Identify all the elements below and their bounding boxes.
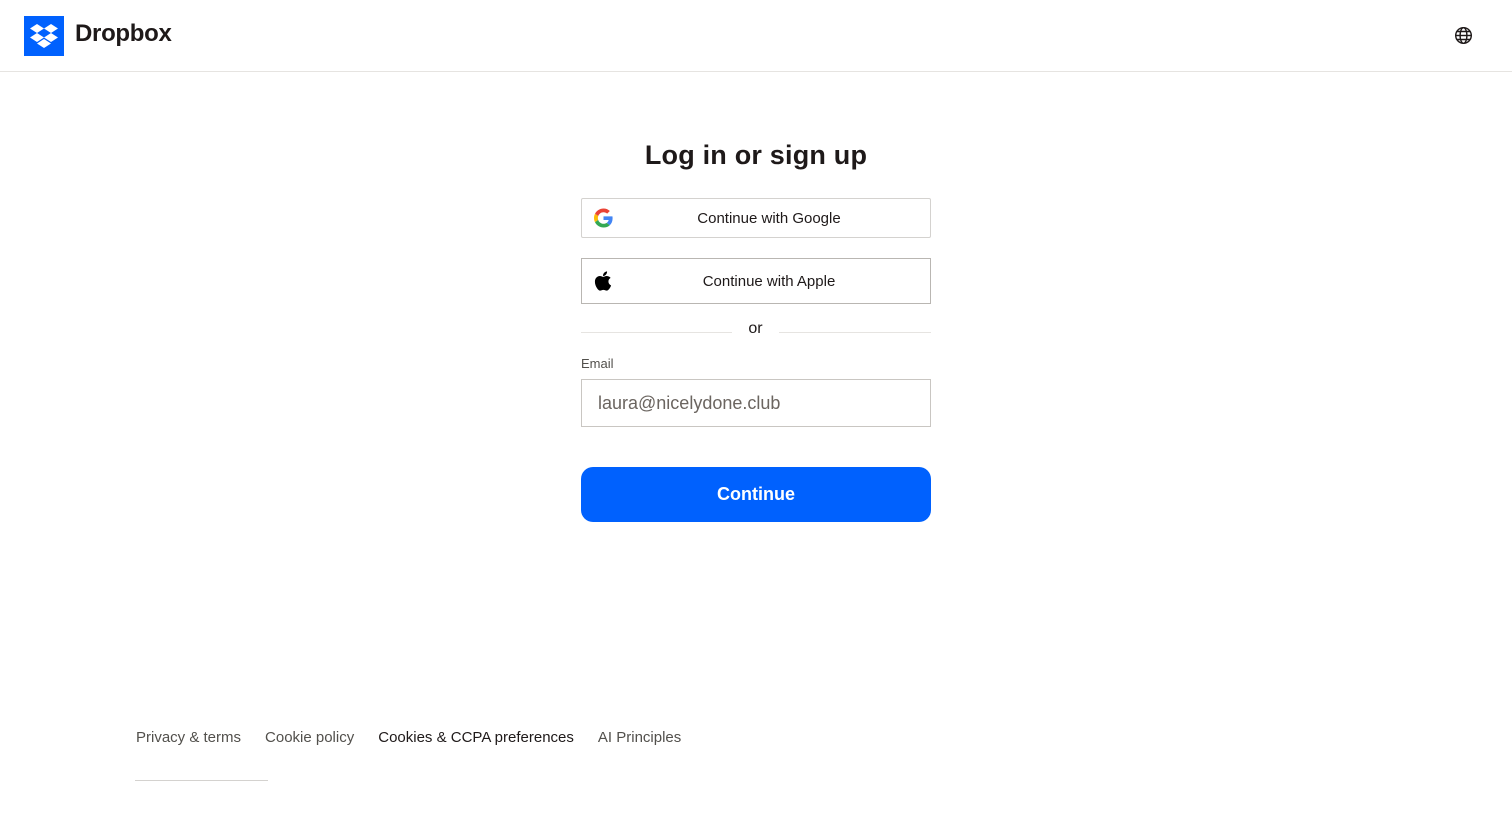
dropbox-logo-icon[interactable] xyxy=(24,16,64,56)
footer-divider xyxy=(135,780,268,781)
google-icon xyxy=(594,208,613,228)
email-label: Email xyxy=(581,356,614,371)
footer-link-privacy-terms[interactable]: Privacy & terms xyxy=(136,729,241,746)
divider-right xyxy=(779,332,931,333)
apple-button-label: Continue with Apple xyxy=(702,272,836,290)
divider-left xyxy=(581,332,732,333)
page-title: Log in or sign up xyxy=(644,140,868,170)
footer-link-ai-principles[interactable]: AI Principles xyxy=(598,729,681,746)
continue-with-apple-button[interactable]: Continue with Apple xyxy=(581,258,931,304)
google-button-label: Continue with Google xyxy=(697,209,841,227)
apple-icon xyxy=(594,270,612,292)
brand-name: Dropbox xyxy=(75,20,172,47)
globe-icon[interactable] xyxy=(1454,26,1473,45)
divider-or-text: or xyxy=(748,320,763,337)
footer-link-cookies-ccpa[interactable]: Cookies & CCPA preferences xyxy=(378,729,574,746)
continue-button[interactable]: Continue xyxy=(581,467,931,522)
continue-with-google-button[interactable]: Continue with Google xyxy=(581,198,931,238)
footer-link-cookie-policy[interactable]: Cookie policy xyxy=(265,729,354,746)
email-field[interactable] xyxy=(581,379,931,427)
top-header: Dropbox xyxy=(0,0,1512,72)
footer-links: Privacy & terms Cookie policy Cookies & … xyxy=(136,729,681,746)
